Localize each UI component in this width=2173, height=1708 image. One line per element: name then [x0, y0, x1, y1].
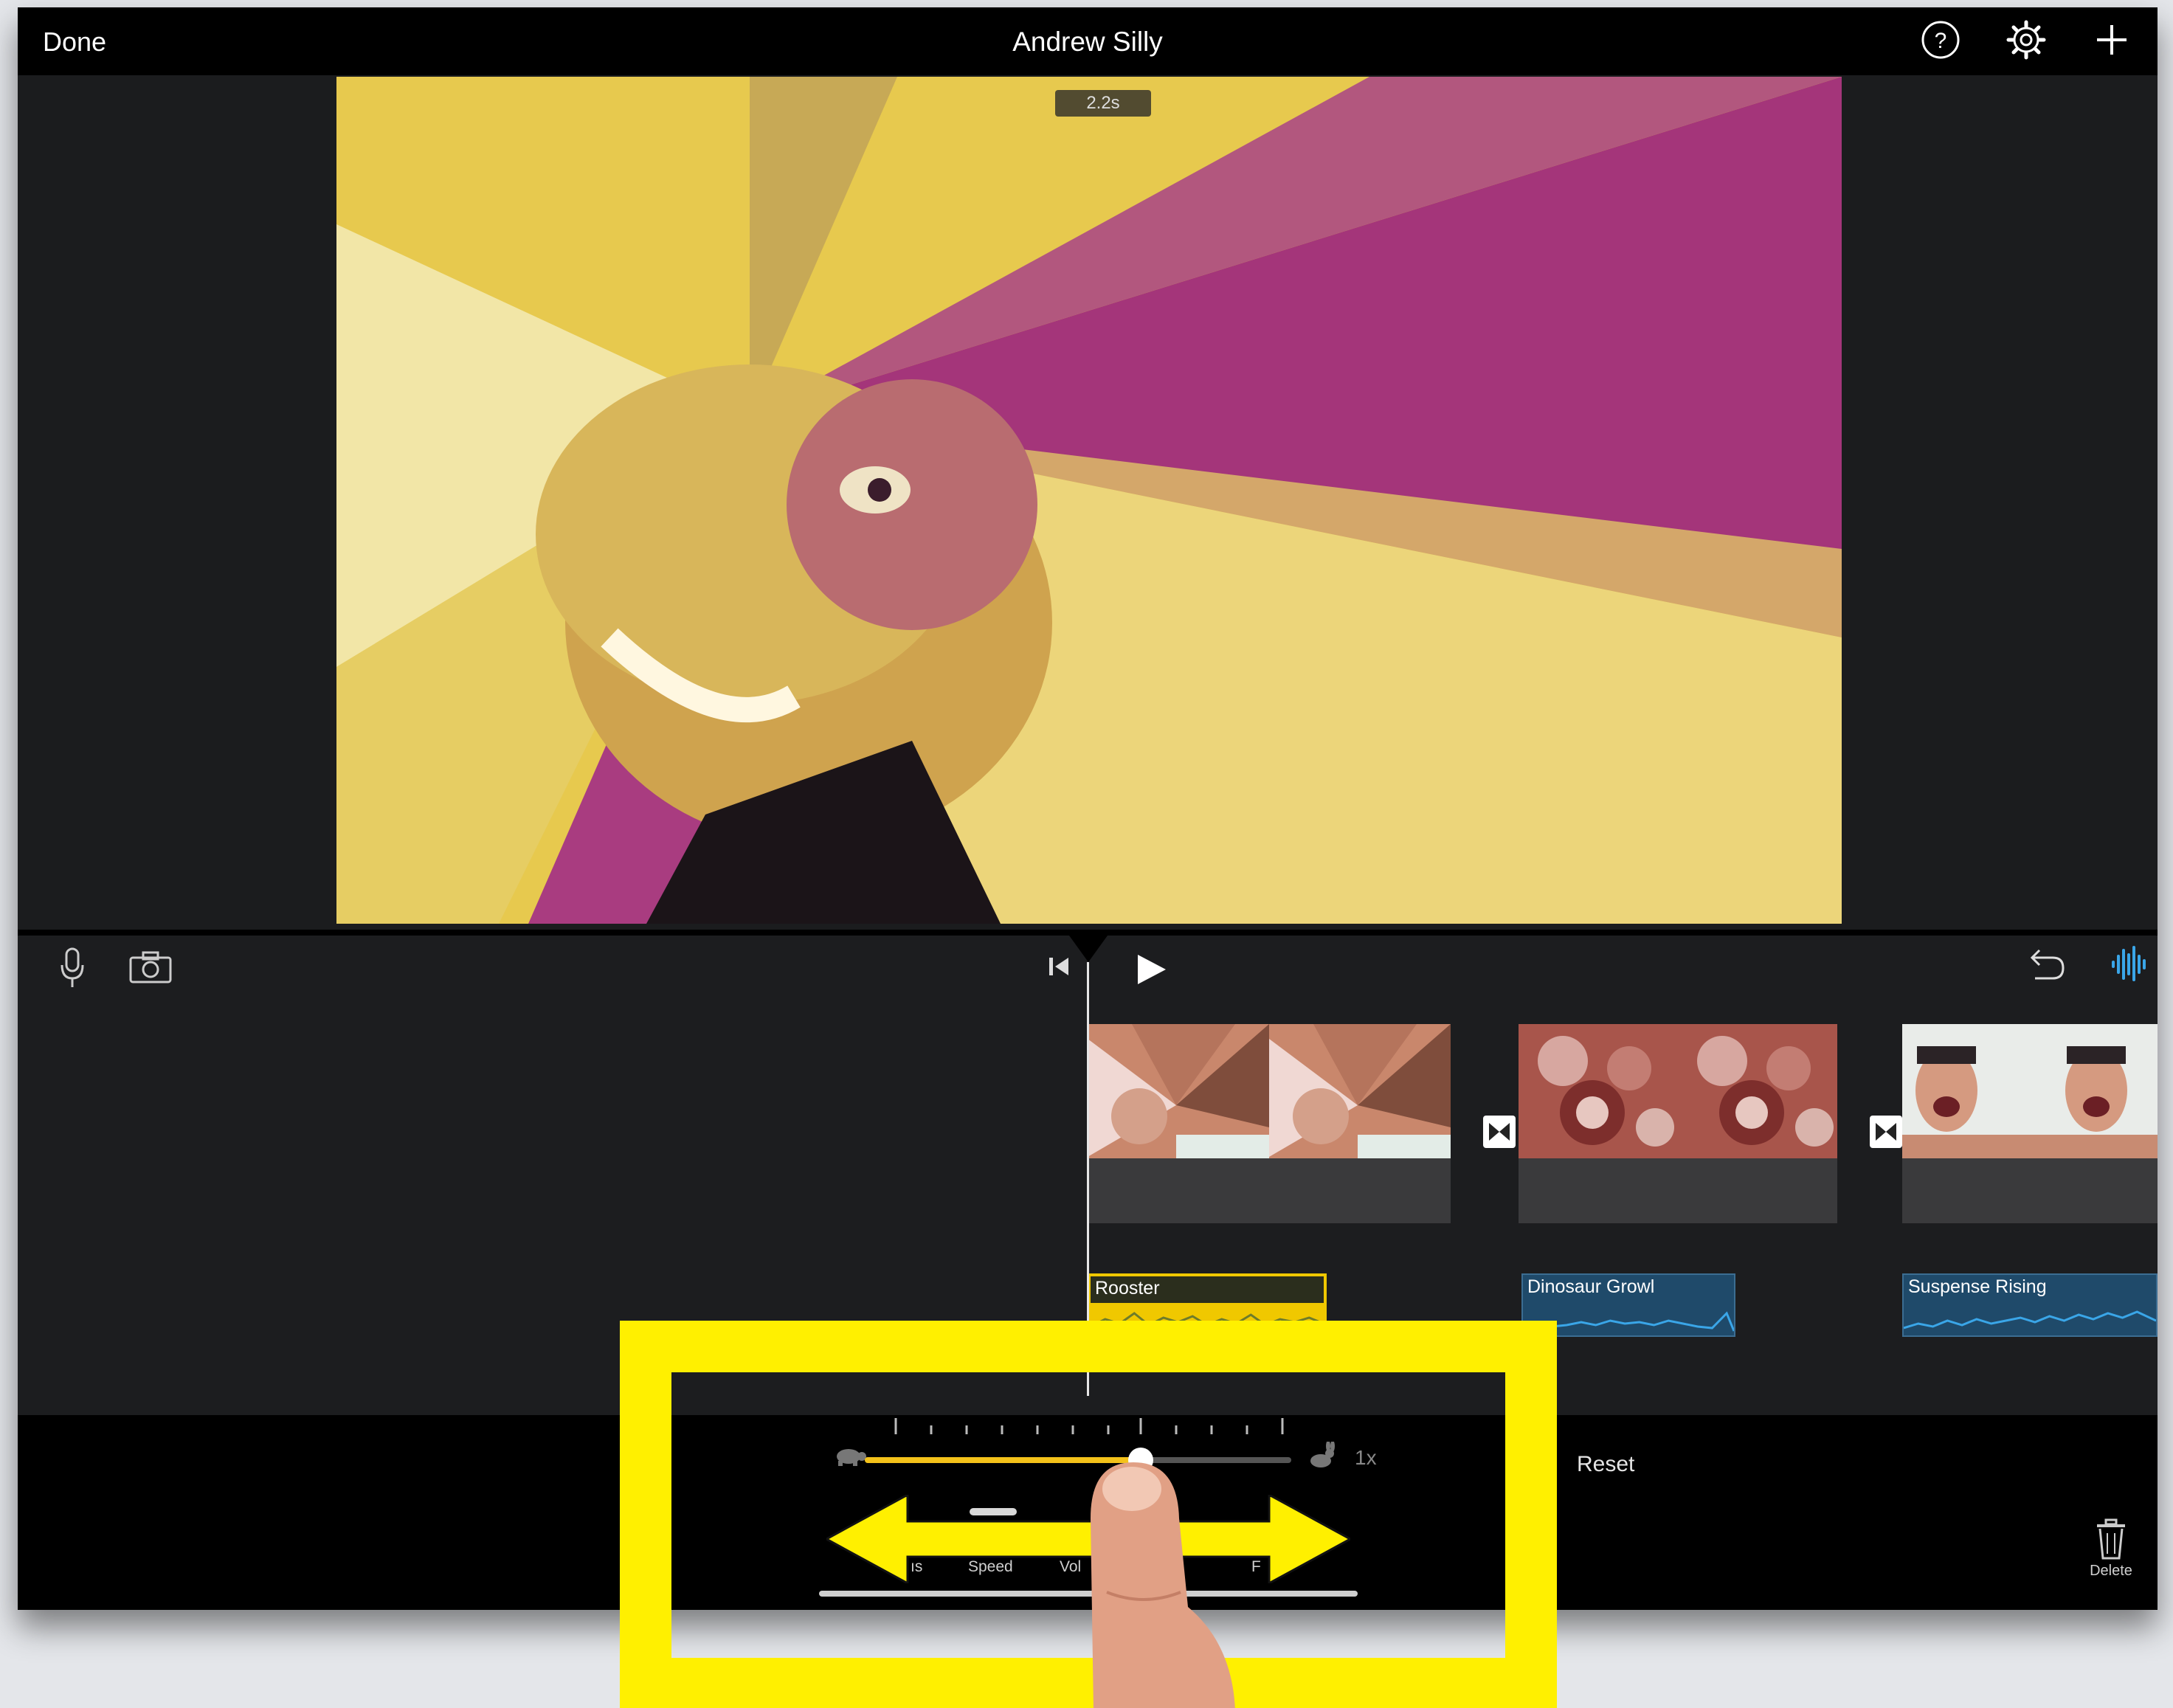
- transition-button[interactable]: [1483, 1116, 1516, 1148]
- audio-clip-suspense-rising[interactable]: Suspense Rising: [1902, 1273, 2158, 1337]
- play-icon[interactable]: [1133, 952, 1169, 987]
- audio-clip-label: Suspense Rising: [1908, 1276, 2047, 1297]
- reset-button[interactable]: Reset: [1577, 1452, 1634, 1477]
- project-title: Andrew Silly: [1012, 27, 1163, 57]
- top-bar: Done Andrew Silly ?: [18, 7, 2158, 75]
- delete-button[interactable]: Delete: [2085, 1518, 2137, 1580]
- clip-thumbnails: [1088, 1024, 1451, 1158]
- finger-image: [1077, 1459, 1247, 1708]
- undo-icon[interactable]: [2028, 946, 2066, 983]
- audio-clip-label: Rooster: [1095, 1278, 1160, 1299]
- video-preview[interactable]: [336, 77, 1842, 924]
- playhead-marker: [1069, 936, 1108, 962]
- audio-waveform-icon[interactable]: [2110, 944, 2149, 983]
- audio-clip-label: Dinosaur Growl: [1527, 1276, 1655, 1297]
- add-icon[interactable]: [2090, 18, 2134, 62]
- delete-label: Delete: [2090, 1563, 2132, 1579]
- transition-button[interactable]: [1870, 1116, 1902, 1148]
- help-icon[interactable]: ?: [1918, 18, 1963, 62]
- video-clip[interactable]: [1519, 1024, 1837, 1223]
- timeline-divider: [18, 930, 2158, 936]
- svg-text:?: ?: [1935, 29, 1947, 53]
- time-badge: 2.2s: [1055, 90, 1151, 117]
- video-clip[interactable]: [1088, 1024, 1451, 1223]
- video-clip[interactable]: [1902, 1024, 2158, 1223]
- top-toolbar: ?: [1918, 18, 2134, 62]
- trash-icon: [2097, 1518, 2125, 1560]
- camera-icon[interactable]: [128, 950, 173, 984]
- clip-thumbnails: [1902, 1024, 2158, 1158]
- microphone-icon[interactable]: [59, 947, 86, 989]
- settings-gear-icon[interactable]: [2004, 18, 2048, 62]
- clip-thumbnails: [1519, 1024, 1837, 1158]
